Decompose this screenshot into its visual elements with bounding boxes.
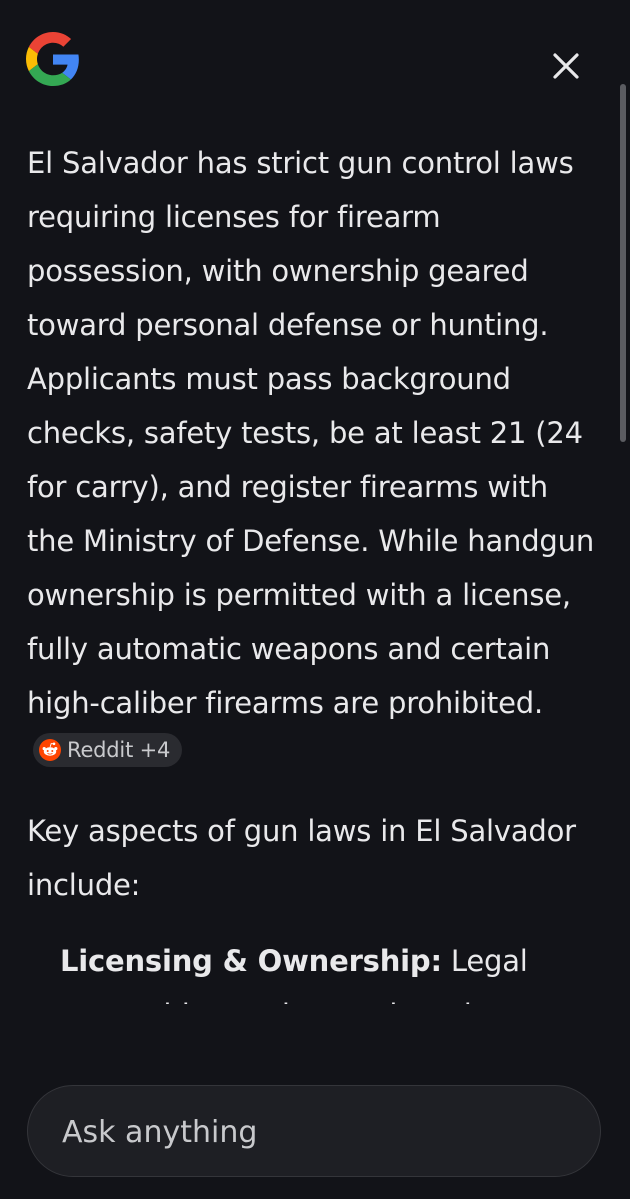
key-aspects-intro: Key aspects of gun laws in El Salvador i… — [27, 814, 576, 902]
source-chip-label: Reddit +4 — [67, 738, 171, 762]
answer-paragraph-text: El Salvador has strict gun control laws … — [27, 146, 595, 720]
list-item: Licensing & Ownership: Legal ownership r… — [60, 934, 602, 1004]
answer-paragraph: El Salvador has strict gun control laws … — [27, 136, 602, 784]
source-chip-reddit[interactable]: Reddit +4 — [33, 733, 183, 767]
google-g-icon — [26, 32, 79, 86]
ask-bar[interactable] — [27, 1085, 601, 1178]
close-icon — [553, 53, 579, 79]
close-button[interactable] — [542, 42, 590, 90]
top-bar — [0, 0, 630, 120]
answer-content: El Salvador has strict gun control laws … — [27, 136, 602, 1004]
key-aspects-list: Licensing & Ownership: Legal ownership r… — [27, 934, 602, 1004]
ask-input[interactable] — [60, 1086, 564, 1178]
reddit-icon — [39, 739, 61, 761]
bullet-title: Licensing & Ownership: — [60, 944, 442, 978]
scrollbar[interactable] — [620, 84, 626, 442]
